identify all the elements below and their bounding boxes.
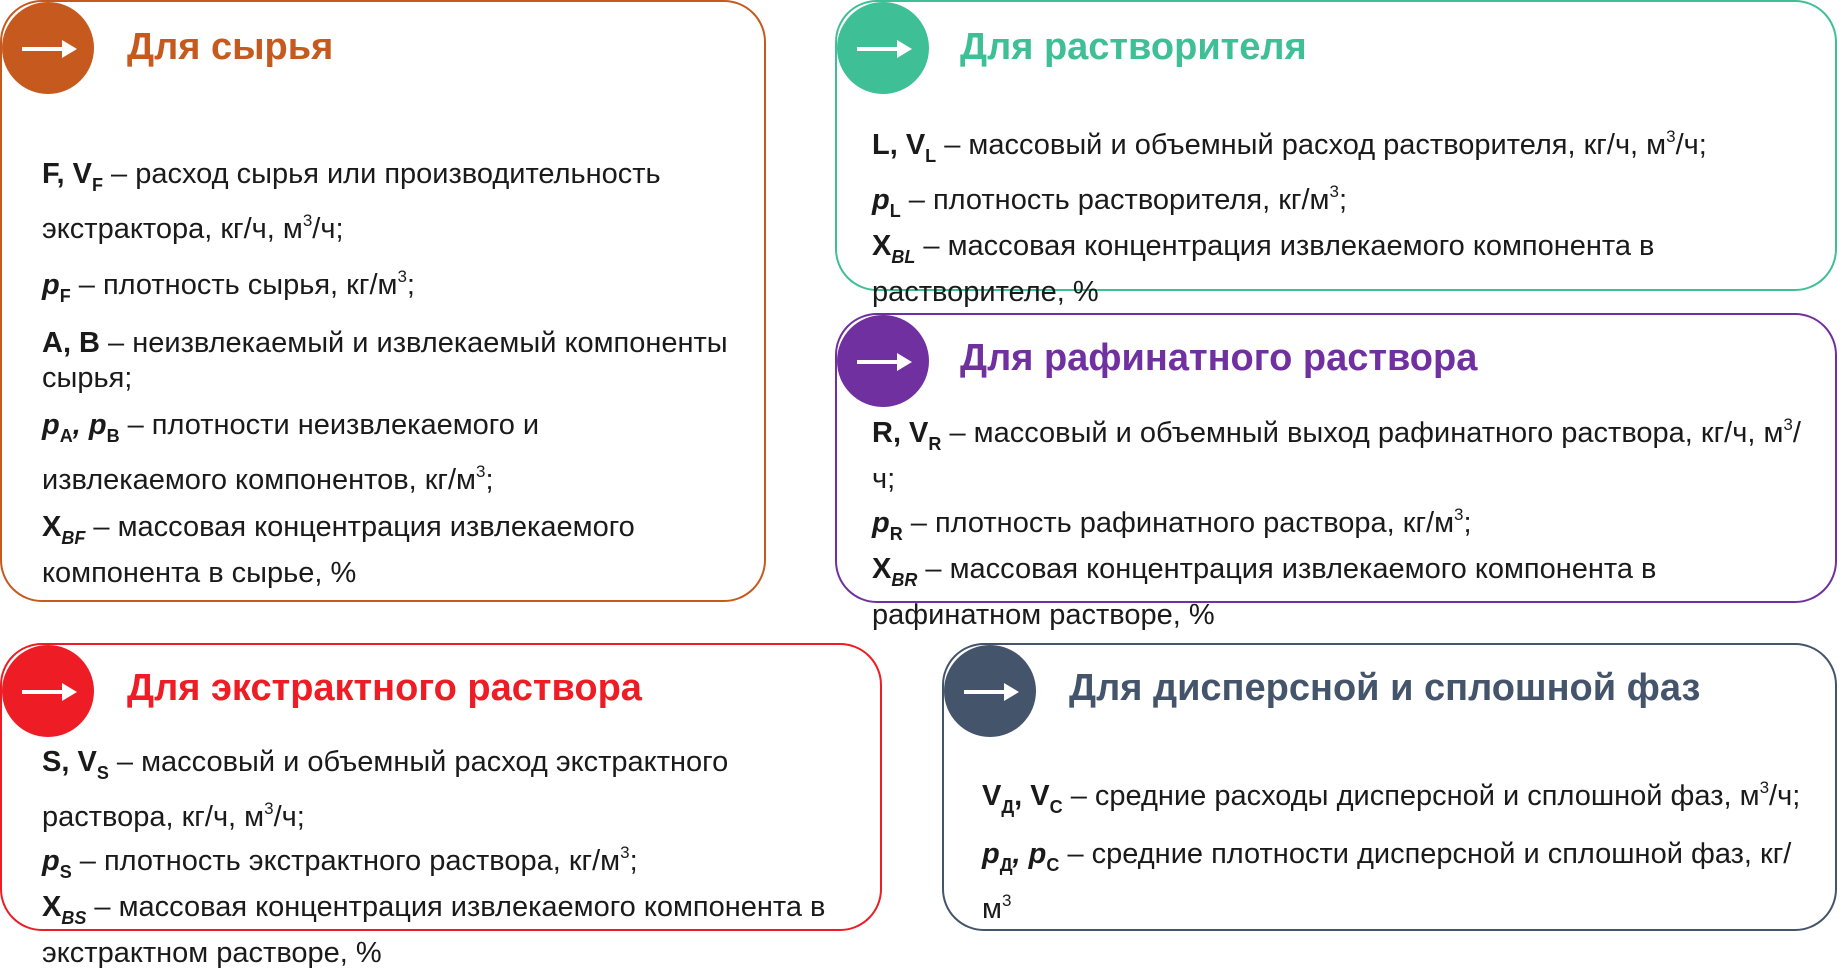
phases-title: Для дисперсной и сплошной фаз [1069,667,1701,709]
phases-definitions: VД, VC – средние расходы дисперсной и сп… [982,770,1812,927]
feed-item-flow: F, VF – расход сырья или производительно… [42,158,661,245]
feed-item-concentration: XBF – массовая концентрация извлекаемого… [42,511,635,589]
solvent-badge [837,2,929,94]
feed-title: Для сырья [127,26,334,68]
extract-item-flow: S, VS – массовый и объемный расход экстр… [42,746,729,833]
extract-badge [2,645,94,737]
raffinate-title: Для рафинатного раствора [960,337,1478,379]
phases-item-density: pД, pC – средние плотности дисперсной и … [982,838,1792,925]
phases-badge [944,645,1036,737]
solvent-item-density: pL – плотность растворителя, кг/м3; [872,182,1348,221]
extract-card: Для экстрактного раствора S, VS – массов… [0,643,882,969]
solvent-title: Для растворителя [960,26,1307,68]
feed-item-components: А, В – неизвлекаемый и извлекаемый компо… [42,327,728,394]
raffinate-item-density: pR – плотность рафинатного раствора, кг/… [872,505,1472,544]
raffinate-definitions: R, VR – массовый и объемный выход рафина… [872,407,1822,633]
extract-item-density: pS – плотность экстрактного раствора, кг… [42,843,638,882]
arrow-right-icon [857,353,912,371]
arrow-right-icon [964,683,1019,701]
raffinate-item-flow: R, VR – массовый и объемный выход рафина… [872,415,1801,495]
feed-item-component-densities: pA, pB – плотности неизвлекаемого и извл… [42,409,540,496]
raffinate-badge [837,315,929,407]
solvent-card: Для растворителя L, VL – массовый и объе… [835,0,1837,308]
feed-badge [2,2,94,94]
feed-card: Для сырья F, VF – расход сырья или произ… [0,0,766,602]
arrow-right-icon [857,40,912,58]
phases-card: Для дисперсной и сплошной фаз VД, VC – с… [942,643,1837,931]
phases-item-flow: VД, VC – средние расходы дисперсной и сп… [982,778,1801,817]
feed-definitions: F, VF – расход сырья или производительно… [42,157,732,591]
arrow-right-icon [22,40,77,58]
raffinate-item-concentration: XBR – массовая концентрация извлекаемого… [872,553,1657,631]
solvent-item-concentration: XBL – массовая концентрация извлекаемого… [872,230,1655,308]
extract-definitions: S, VS – массовый и объемный расход экстр… [42,745,862,971]
extract-title: Для экстрактного раствора [127,667,642,709]
raffinate-card: Для рафинатного раствора R, VR – массовы… [835,313,1837,631]
feed-item-density: pF – плотность сырья, кг/м3; [42,267,415,306]
solvent-definitions: L, VL – массовый и объемный расход раств… [872,119,1822,310]
arrow-right-icon [22,683,77,701]
solvent-item-flow: L, VL – массовый и объемный расход раств… [872,127,1707,166]
